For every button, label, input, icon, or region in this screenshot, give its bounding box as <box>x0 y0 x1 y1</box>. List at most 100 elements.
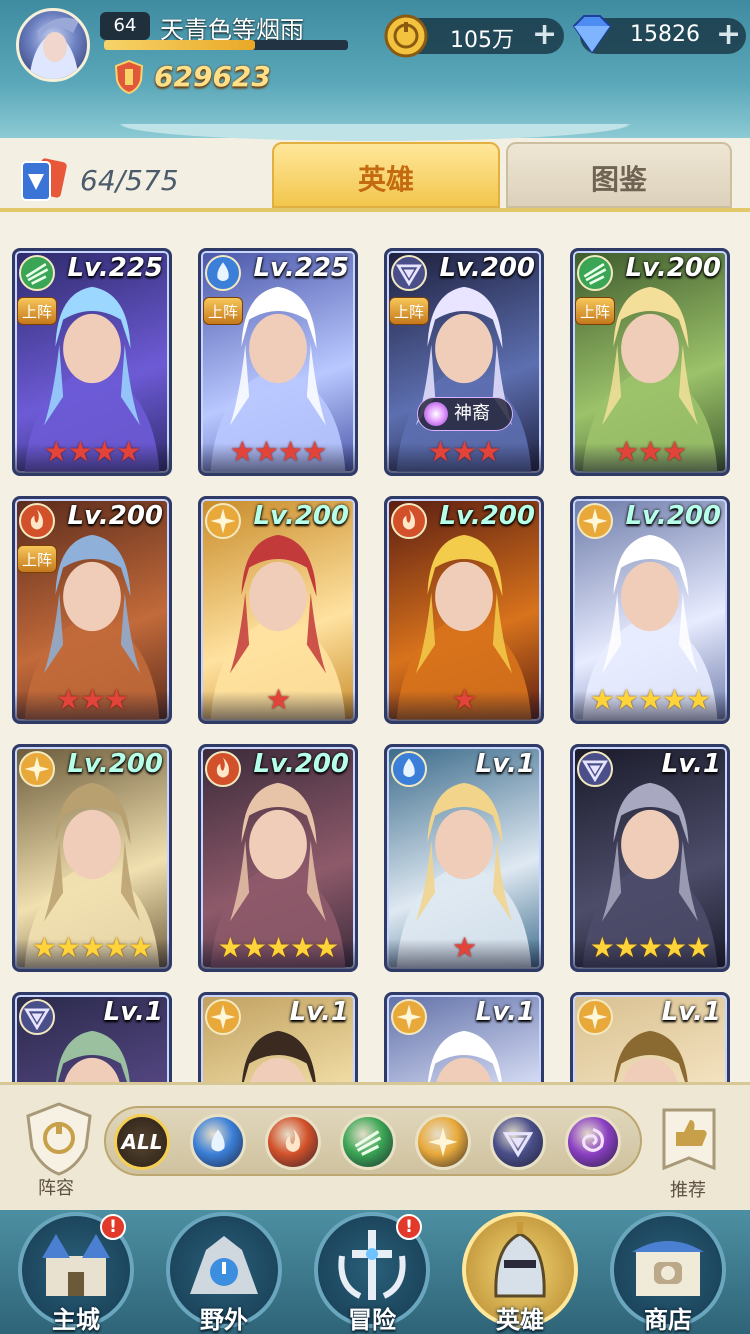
add-gold-button[interactable]: + <box>532 19 557 51</box>
lineup-shield-icon[interactable] <box>24 1102 94 1176</box>
nav-label: 主城 <box>52 1306 100 1334</box>
nav-label: 冒险 <box>348 1306 396 1334</box>
hero-card[interactable]: Lv.200 ★★★★★ <box>198 744 358 972</box>
hero-card[interactable]: Lv.1 <box>198 992 358 1082</box>
star-icon: ★ <box>662 683 687 716</box>
hero-level: Lv.200 <box>253 749 349 779</box>
hero-card[interactable]: Lv.225 上阵 ★★★★ <box>198 248 358 476</box>
hero-card[interactable]: Lv.1 <box>570 992 730 1082</box>
star-icon: ★ <box>686 931 711 964</box>
star-icon: ★ <box>290 931 315 964</box>
star-icon: ★ <box>217 931 243 964</box>
light-element-icon <box>577 503 613 539</box>
filter-all-button[interactable]: ALL <box>114 1114 170 1170</box>
tab-codex[interactable]: 图鉴 <box>506 142 732 208</box>
star-icon: ★ <box>427 435 453 468</box>
star-icon: ★ <box>662 931 687 964</box>
arcane-element-icon <box>582 1128 604 1152</box>
hero-level: Lv.225 <box>67 253 163 283</box>
dark-element-icon <box>577 751 613 787</box>
nav-label: 商店 <box>644 1306 692 1334</box>
hero-card[interactable]: Lv.1 ★ <box>384 744 544 972</box>
add-gem-button[interactable]: + <box>716 19 741 51</box>
hero-level: Lv.1 <box>475 997 535 1027</box>
hero-card[interactable]: Lv.200 上阵 ★★★ <box>570 248 730 476</box>
hero-card[interactable]: Lv.200 上阵神裔 ★★★ <box>384 248 544 476</box>
star-icon: ★ <box>589 931 615 964</box>
star-rating: ★ <box>387 685 541 715</box>
hero-card[interactable]: Lv.200 ★ <box>198 496 358 724</box>
filter-water-button[interactable] <box>190 1114 246 1170</box>
hero-level: Lv.1 <box>661 997 721 1027</box>
combat-power: 629623 <box>154 60 271 93</box>
hero-level: Lv.200 <box>625 501 721 531</box>
star-icon: ★ <box>128 931 153 964</box>
star-icon: ★ <box>116 435 141 468</box>
star-icon: ★ <box>451 683 477 716</box>
star-icon: ★ <box>314 931 339 964</box>
star-rating: ★★★★ <box>15 437 169 467</box>
gem-amount: 15826 <box>630 22 700 47</box>
alert-badge-icon: ! <box>396 1214 422 1240</box>
hero-card[interactable]: Lv.1 ★★★★★ <box>570 744 730 972</box>
star-rating: ★ <box>201 685 355 715</box>
star-icon: ★ <box>451 931 477 964</box>
hero-level: Lv.200 <box>67 501 163 531</box>
star-rating: ★★★ <box>15 685 169 715</box>
star-icon: ★ <box>613 435 639 468</box>
hero-card[interactable]: Lv.200 上阵 ★★★ <box>12 496 172 724</box>
star-icon: ★ <box>67 435 93 468</box>
star-icon: ★ <box>43 435 69 468</box>
hero-card[interactable]: Lv.200 ★★★★★ <box>12 744 172 972</box>
hero-level: Lv.1 <box>289 997 349 1027</box>
star-icon: ★ <box>637 931 663 964</box>
recommend-label: 推荐 <box>670 1180 706 1201</box>
hero-card[interactable]: Lv.1 <box>12 992 172 1082</box>
filter-dark-button[interactable] <box>490 1114 546 1170</box>
lineup-label: 阵容 <box>38 1178 74 1199</box>
power-shield-icon <box>114 60 144 94</box>
hero-level: Lv.200 <box>439 501 535 531</box>
divine-badge-label: 神裔 <box>454 403 490 424</box>
filter-arcane-button[interactable] <box>565 1114 621 1170</box>
hero-card[interactable]: Lv.225 上阵 ★★★★ <box>12 248 172 476</box>
deployed-tag: 上阵 <box>203 297 243 325</box>
alert-badge-icon: ! <box>100 1214 126 1240</box>
deployed-tag: 上阵 <box>17 297 57 325</box>
star-icon: ★ <box>637 435 663 468</box>
hero-card[interactable]: Lv.200 ★ <box>384 496 544 724</box>
deployed-tag: 上阵 <box>389 297 429 325</box>
water-element-icon <box>205 255 241 291</box>
light-element-icon <box>205 503 241 539</box>
fire-element-icon <box>285 1128 301 1152</box>
dark-element-icon <box>502 1132 534 1158</box>
filter-light-button[interactable] <box>415 1114 471 1170</box>
wind-element-icon <box>19 255 55 291</box>
water-element-icon <box>391 751 427 787</box>
gold-amount: 105万 <box>450 28 514 53</box>
filter-wind-button[interactable] <box>340 1114 396 1170</box>
recommend-banner-icon[interactable] <box>656 1106 722 1174</box>
hero-level: Lv.200 <box>439 253 535 283</box>
hero-level: Lv.200 <box>67 749 163 779</box>
hero-card[interactable]: Lv.1 <box>384 992 544 1082</box>
player-avatar[interactable] <box>16 8 90 82</box>
hero-level: Lv.200 <box>253 501 349 531</box>
light-element-icon <box>577 999 613 1035</box>
star-rating: ★★★★★ <box>15 933 169 963</box>
filter-fire-button[interactable] <box>265 1114 321 1170</box>
hero-collection-count: 64/575 <box>80 164 179 197</box>
hero-card[interactable]: Lv.200 ★★★★★ <box>570 496 730 724</box>
tab-heroes[interactable]: 英雄 <box>272 142 500 208</box>
star-icon: ★ <box>241 931 267 964</box>
star-rating: ★★★ <box>387 437 541 467</box>
star-icon: ★ <box>31 931 57 964</box>
light-element-icon <box>391 999 427 1035</box>
hero-level: Lv.1 <box>103 997 163 1027</box>
star-icon: ★ <box>229 435 255 468</box>
star-icon: ★ <box>55 683 81 716</box>
star-icon: ★ <box>104 931 129 964</box>
deployed-tag: 上阵 <box>575 297 615 325</box>
star-icon: ★ <box>253 435 279 468</box>
star-icon: ★ <box>79 683 105 716</box>
